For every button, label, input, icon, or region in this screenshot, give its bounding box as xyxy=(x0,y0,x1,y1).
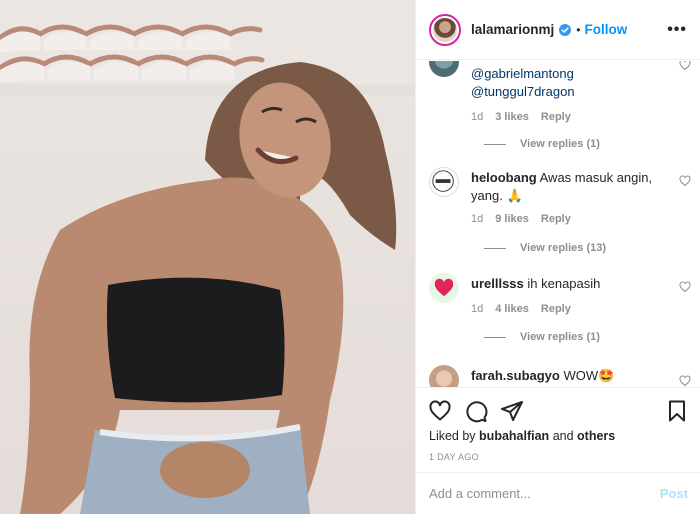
follow-button[interactable]: Follow xyxy=(584,22,627,37)
divider-line xyxy=(484,247,506,249)
more-options-icon[interactable]: ••• xyxy=(667,21,687,39)
author-username[interactable]: lalamarionmj xyxy=(471,22,554,37)
header-separator: • xyxy=(576,22,581,37)
share-icon[interactable] xyxy=(500,399,524,423)
post-viewer: lalamarionmj • Follow ••• @gabrielmanton… xyxy=(0,0,700,514)
action-bar xyxy=(416,389,700,433)
comment-like-heart-icon[interactable] xyxy=(679,61,691,71)
comment-text: @gabrielmantong @tunggul7dragon xyxy=(471,65,671,101)
comment-item: heloobang Awas masuk angin, yang. 🙏 1d 9… xyxy=(429,167,691,263)
reply-button[interactable]: Reply xyxy=(541,111,571,123)
view-replies-label: View replies (1) xyxy=(520,331,600,343)
liked-by-others-link[interactable]: others xyxy=(577,429,615,443)
add-comment-input[interactable] xyxy=(429,486,660,501)
commenter-avatar[interactable] xyxy=(429,167,459,197)
comment-likes[interactable]: 9 likes xyxy=(495,213,529,225)
mention-link[interactable]: @tunggul7dragon xyxy=(471,84,575,99)
add-comment-bar: Post xyxy=(416,472,700,514)
comment-like-heart-icon[interactable] xyxy=(679,375,691,387)
comment-body: ih kenapasih xyxy=(527,276,601,291)
star-struck-emoji: 🤩 xyxy=(598,368,615,383)
post-header: lalamarionmj • Follow ••• xyxy=(416,0,700,60)
verified-badge-icon xyxy=(559,23,572,36)
heart-icon[interactable] xyxy=(428,399,452,423)
divider-line xyxy=(484,336,506,338)
post-comment-button[interactable]: Post xyxy=(660,486,688,501)
comment-text: urelllsss ih kenapasih xyxy=(471,275,671,293)
view-replies-button[interactable]: View replies (13) xyxy=(484,242,606,254)
brand-logo-icon xyxy=(432,170,454,192)
likes-summary: Liked by bubahalfian and others xyxy=(429,429,615,443)
commenter-username[interactable]: heloobang xyxy=(471,170,537,185)
post-side-panel: lalamarionmj • Follow ••• @gabrielmanton… xyxy=(415,0,700,514)
comment-meta: 1d 4 likes Reply xyxy=(471,303,571,315)
comment-body: WOW xyxy=(563,368,599,383)
commenter-avatar[interactable] xyxy=(429,273,459,303)
comment-text: farah.subagyo WOW🤩 xyxy=(471,367,671,385)
comment-icon[interactable] xyxy=(464,399,488,423)
commenter-avatar[interactable] xyxy=(429,365,459,387)
comment-time: 1d xyxy=(471,111,484,123)
view-replies-button[interactable]: View replies (1) xyxy=(484,331,600,343)
divider-line xyxy=(484,143,506,145)
reply-button[interactable]: Reply xyxy=(541,213,571,225)
reply-button[interactable]: Reply xyxy=(541,303,571,315)
post-date: 1 DAY AGO xyxy=(429,452,479,462)
commenter-avatar[interactable] xyxy=(429,61,459,77)
view-replies-label: View replies (13) xyxy=(520,242,607,254)
comment-likes[interactable]: 3 likes xyxy=(495,111,529,123)
bookmark-icon[interactable] xyxy=(665,399,689,423)
comment-like-heart-icon[interactable] xyxy=(679,281,691,293)
view-replies-label: View replies (1) xyxy=(520,138,600,150)
liked-by-user-link[interactable]: bubahalfian xyxy=(479,429,549,443)
likes-and: and xyxy=(552,429,574,443)
post-media-video[interactable] xyxy=(0,0,415,514)
comment-meta: 1d 3 likes Reply xyxy=(471,111,571,123)
comment-time: 1d xyxy=(471,213,484,225)
mention-link[interactable]: @gabrielmantong xyxy=(471,66,574,81)
commenter-username[interactable]: farah.subagyo xyxy=(471,368,560,383)
comment-meta: 1d 9 likes Reply xyxy=(471,213,571,225)
comment-item: farah.subagyo WOW🤩 xyxy=(429,365,691,387)
comment-time: 1d xyxy=(471,303,484,315)
comment-like-heart-icon[interactable] xyxy=(679,175,691,187)
view-replies-button[interactable]: View replies (1) xyxy=(484,138,600,150)
commenter-username[interactable]: urelllsss xyxy=(471,276,524,291)
pray-emoji: 🙏 xyxy=(506,188,523,203)
comment-item: @gabrielmantong @tunggul7dragon 1d 3 lik… xyxy=(429,61,691,157)
author-avatar[interactable] xyxy=(429,13,461,46)
comment-item: urelllsss ih kenapasih 1d 4 likes Reply … xyxy=(429,273,691,353)
comment-text: heloobang Awas masuk angin, yang. 🙏 xyxy=(471,169,671,205)
comments-list[interactable]: @gabrielmantong @tunggul7dragon 1d 3 lik… xyxy=(416,61,700,388)
likes-prefix: Liked by xyxy=(429,429,476,443)
comment-likes[interactable]: 4 likes xyxy=(495,303,529,315)
person-figure xyxy=(20,62,397,514)
red-heart-icon xyxy=(434,278,454,297)
